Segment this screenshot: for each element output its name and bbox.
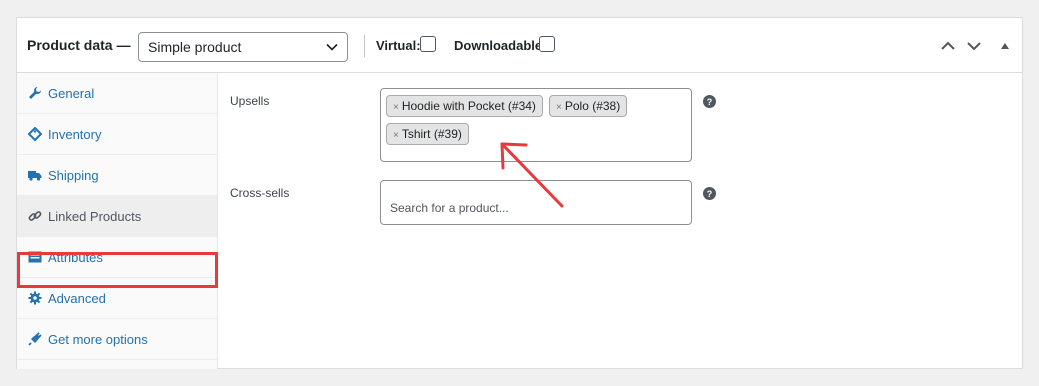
- plugin-icon: [28, 332, 42, 346]
- link-icon: [28, 211, 42, 221]
- tab-label: Inventory: [48, 127, 102, 142]
- tab-label: Advanced: [48, 291, 106, 306]
- gear-icon: [28, 291, 42, 305]
- upsell-chip[interactable]: × Polo (#38): [549, 95, 628, 117]
- upsell-chip[interactable]: × Hoodie with Pocket (#34): [386, 95, 543, 117]
- tab-label: Linked Products: [48, 209, 142, 224]
- chevron-down-icon[interactable]: [966, 38, 982, 54]
- tab-get-more-options[interactable]: Get more options: [17, 319, 217, 360]
- wrench-icon: [29, 87, 41, 99]
- truck-icon: [28, 171, 42, 181]
- tab-general[interactable]: General: [17, 73, 217, 114]
- chip-label: Tshirt (#39): [401, 127, 462, 141]
- product-type-select[interactable]: Simple product: [138, 32, 348, 62]
- cross-sells-placeholder: Search for a product...: [390, 201, 509, 215]
- help-icon[interactable]: ?: [703, 187, 716, 200]
- cross-sells-label: Cross-sells: [230, 186, 290, 200]
- collapse-toggle-icon[interactable]: [997, 38, 1013, 54]
- chip-label: Hoodie with Pocket (#34): [401, 99, 536, 113]
- chevron-down-icon: [326, 43, 338, 51]
- chip-remove-icon[interactable]: ×: [393, 130, 399, 141]
- panel-title: Product data —: [27, 37, 131, 53]
- chevron-up-icon[interactable]: [940, 38, 956, 54]
- chip-remove-icon[interactable]: ×: [393, 102, 399, 113]
- product-type-value: Simple product: [148, 39, 242, 55]
- chip-label: Polo (#38): [564, 99, 621, 113]
- virtual-label: Virtual:: [376, 38, 421, 53]
- chip-remove-icon[interactable]: ×: [556, 102, 562, 113]
- upsells-label: Upsells: [230, 94, 270, 108]
- svg-text:?: ?: [707, 189, 713, 199]
- tab-linked-products[interactable]: Linked Products: [17, 196, 217, 237]
- panel-header: Product data — Simple product Virtual: D…: [17, 18, 1022, 73]
- svg-text:?: ?: [707, 97, 713, 107]
- upsell-chip[interactable]: × Tshirt (#39): [386, 123, 469, 145]
- product-data-panel: Product data — Simple product Virtual: D…: [16, 17, 1023, 369]
- downloadable-checkbox[interactable]: [539, 36, 555, 52]
- tab-label: Shipping: [48, 168, 99, 183]
- tag-icon: [28, 127, 42, 141]
- virtual-checkbox[interactable]: [420, 36, 436, 52]
- product-data-tabs: General Inventory Shipping Linked Produc…: [17, 73, 218, 369]
- tab-inventory[interactable]: Inventory: [17, 114, 217, 155]
- help-icon[interactable]: ?: [703, 95, 716, 108]
- tab-shipping[interactable]: Shipping: [17, 155, 217, 196]
- linked-products-highlight: [17, 252, 218, 288]
- annotation-arrow-icon: [500, 142, 564, 208]
- header-separator: [364, 35, 365, 57]
- downloadable-label: Downloadable:: [454, 38, 547, 53]
- tab-label: Get more options: [48, 332, 148, 347]
- tab-label: General: [48, 86, 95, 101]
